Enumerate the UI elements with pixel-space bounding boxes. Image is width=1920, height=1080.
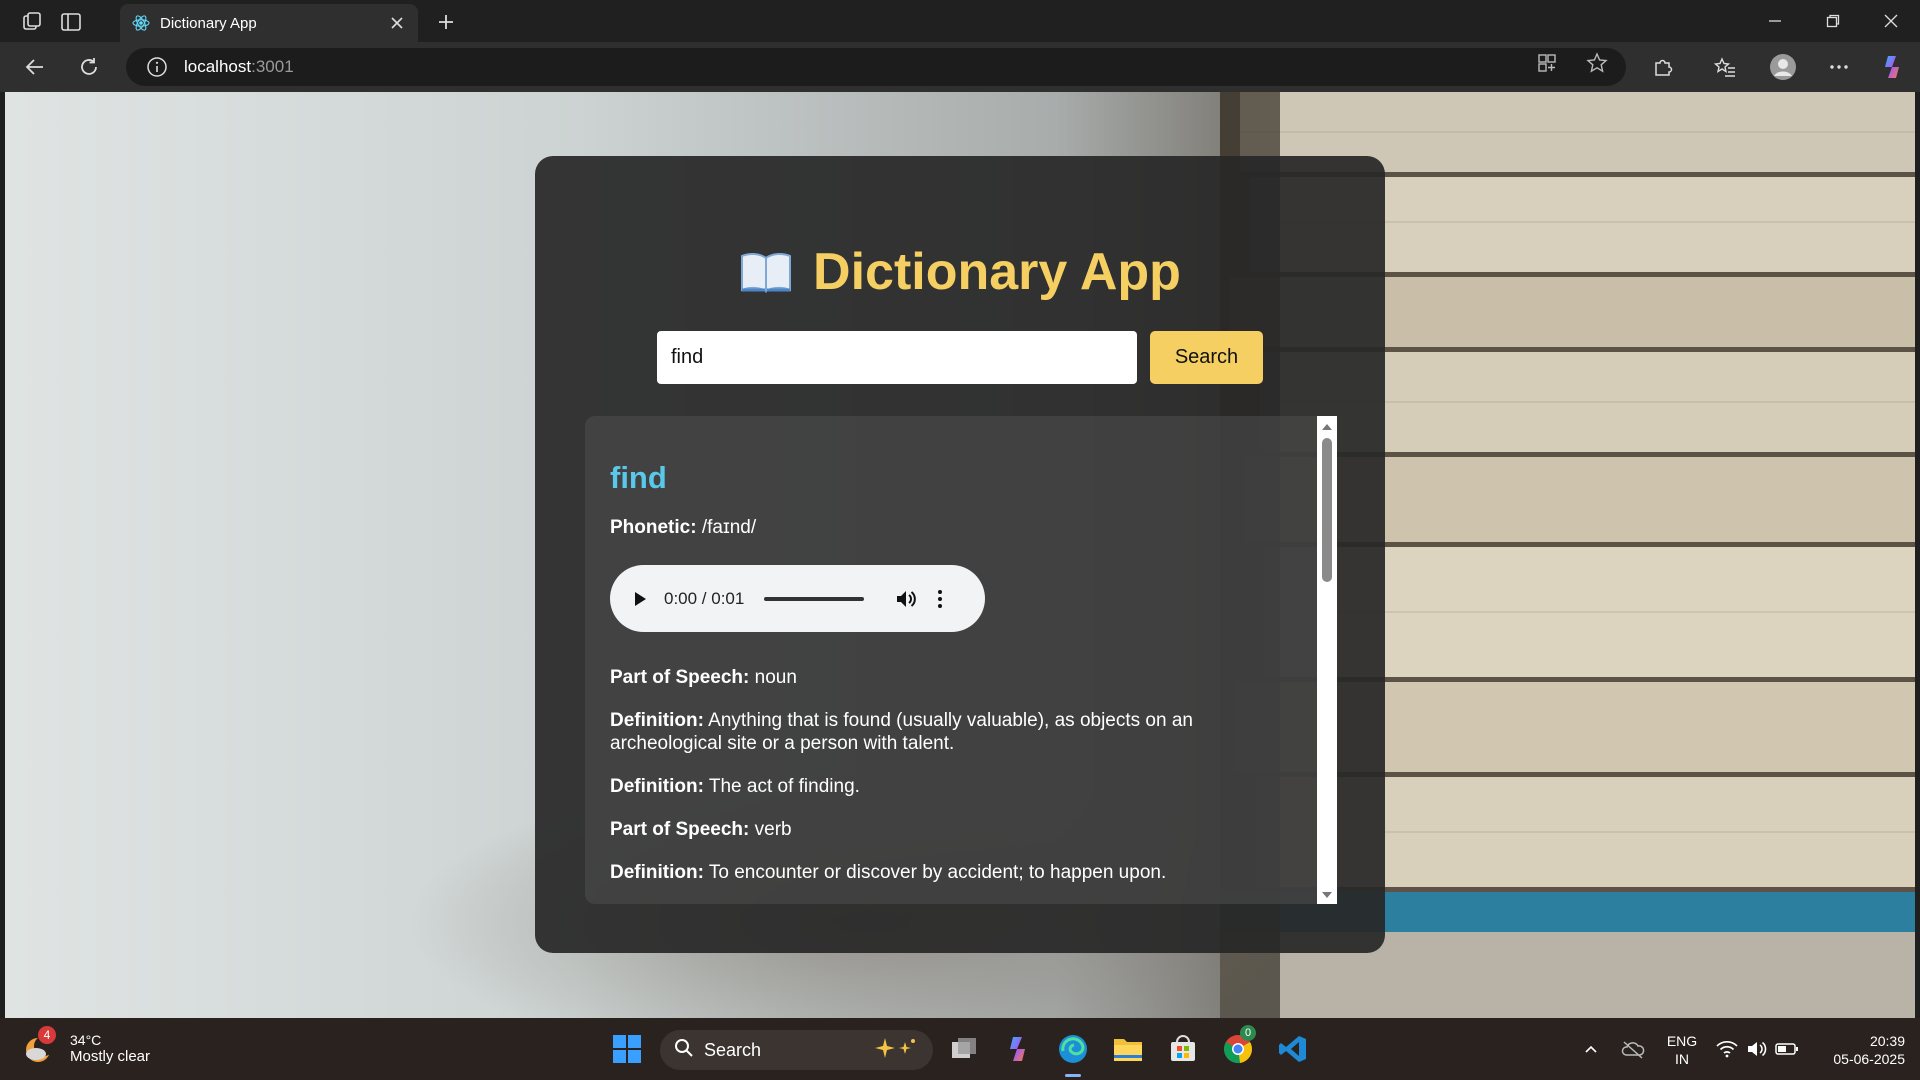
favorite-star-icon[interactable] [1584,50,1610,76]
page-title: Dictionary App [813,243,1181,301]
more-options-icon[interactable] [1824,52,1854,82]
back-button[interactable] [20,52,50,82]
close-tab-icon[interactable] [388,14,406,32]
refresh-button[interactable] [74,52,104,82]
phonetic-label: Phonetic: [610,517,697,538]
chrome-browser-icon[interactable]: 0 [1218,1025,1258,1069]
browser-tab-bar: Dictionary App [0,0,1920,42]
tab-dictionary-app[interactable]: Dictionary App [120,4,418,42]
entry-definition: Definition: To encounter or discover by … [610,861,1300,884]
weather-condition: Mostly clear [70,1047,151,1065]
entry-text: The act of finding. [708,776,860,797]
entry-part-of-speech: Part of Speech: noun [610,666,1300,689]
microsoft-store-icon[interactable] [1163,1029,1203,1069]
copilot-app-icon[interactable] [998,1029,1038,1069]
play-icon[interactable] [630,589,650,609]
chrome-badge: 0 [1240,1025,1256,1041]
entry-label: Definition: [610,862,704,883]
task-view-icon[interactable] [944,1029,984,1069]
entry-part-of-speech: Part of Speech: verb [610,818,1300,841]
onedrive-offline-icon[interactable] [1620,1036,1646,1062]
entry-label: Part of Speech: [610,819,750,840]
language-indicator[interactable]: ENG IN [1664,1032,1700,1068]
entry-text: verb [754,819,792,840]
vertical-tabs-icon[interactable] [57,8,85,36]
entry-text: noun [754,667,797,688]
profile-avatar[interactable] [1768,52,1798,82]
site-info-icon[interactable] [146,56,168,78]
wifi-icon[interactable] [1714,1036,1740,1062]
open-book-icon [739,250,793,294]
entry-label: Definition: [610,776,704,797]
audio-progress-slider[interactable] [764,596,865,601]
file-explorer-icon[interactable] [1108,1029,1148,1069]
app-heading: Dictionary App [535,242,1385,302]
minimize-button[interactable] [1752,6,1798,36]
weather-widget[interactable]: 4 34°C Mostly clear [22,1026,151,1068]
taskbar-clock[interactable]: 20:39 05-06-2025 [1805,1032,1905,1068]
audio-time: 0:00 / 0:01 [664,588,745,608]
vscode-icon[interactable] [1273,1029,1313,1069]
entry-text: To encounter or discover by accident; to… [708,862,1167,883]
weather-moon-icon: 4 [22,1026,62,1068]
results-content: find Phonetic: /faɪnd/ 0:00 / 0:01 Part … [610,460,1300,904]
entry-definition: Definition: The act of finding. [610,775,1300,798]
tab-title: Dictionary App [160,14,257,32]
volume-tray-icon[interactable] [1744,1036,1770,1062]
entry-label: Definition: [610,710,704,731]
clock-date: 05-06-2025 [1833,1051,1905,1067]
results-panel[interactable]: find Phonetic: /faɪnd/ 0:00 / 0:01 Part … [585,416,1335,904]
new-tab-button[interactable] [432,8,460,36]
copilot-icon[interactable] [1878,52,1908,82]
weather-temperature: 34°C [70,1031,102,1048]
taskbar-search-box[interactable]: Search [660,1030,933,1070]
search-button[interactable]: Search [1150,331,1263,384]
edge-browser-icon[interactable] [1053,1029,1093,1069]
scrollbar-thumb[interactable] [1322,438,1332,582]
windows-start-icon[interactable] [607,1029,647,1069]
phonetic-line: Phonetic: /faɪnd/ [610,516,1300,539]
volume-icon[interactable] [894,587,918,611]
scroll-down-arrow-icon[interactable] [1321,888,1333,900]
close-window-button[interactable] [1868,6,1914,36]
favorites-icon[interactable] [1710,52,1740,82]
scroll-up-arrow-icon[interactable] [1321,420,1333,432]
restore-button[interactable] [1810,6,1856,36]
results-scrollbar[interactable] [1317,416,1337,904]
extensions-icon[interactable] [1648,52,1678,82]
sparkle-icon [873,1036,917,1065]
url-host: localhost [184,57,252,76]
browser-toolbar: localhost:3001 [0,42,1920,92]
search-icon [674,1038,694,1063]
app-available-icon[interactable] [1534,50,1560,76]
edge-active-indicator [1065,1074,1081,1077]
clock-time: 20:39 [1869,1033,1905,1049]
page-viewport: Dictionary App Search find Phonetic: /fa… [5,92,1915,1018]
weather-badge: 4 [38,1026,56,1044]
dictionary-card: Dictionary App Search find Phonetic: /fa… [535,156,1385,953]
audio-more-options-icon[interactable] [936,588,944,610]
react-favicon-icon [132,14,150,32]
entry-definition: Definition: Anything that is found (usua… [610,709,1300,755]
entry-label: Part of Speech: [610,667,750,688]
phonetic-value: /faɪnd/ [701,517,757,538]
lang-line1: ENG [1666,1033,1698,1049]
search-input[interactable] [657,331,1137,384]
result-word: find [610,460,667,495]
taskbar-search-label: Search [704,1039,762,1060]
show-hidden-icons-chevron-icon[interactable] [1578,1036,1604,1062]
url-port: :3001 [251,57,294,76]
audio-player: 0:00 / 0:01 [610,565,985,632]
battery-icon[interactable] [1774,1036,1800,1062]
lang-line2: IN [1675,1051,1689,1067]
workspaces-icon[interactable] [18,8,46,36]
address-bar[interactable]: localhost:3001 [126,48,1626,86]
windows-taskbar: 4 34°C Mostly clear Search 0 ENG IN 20:3… [0,1018,1920,1080]
